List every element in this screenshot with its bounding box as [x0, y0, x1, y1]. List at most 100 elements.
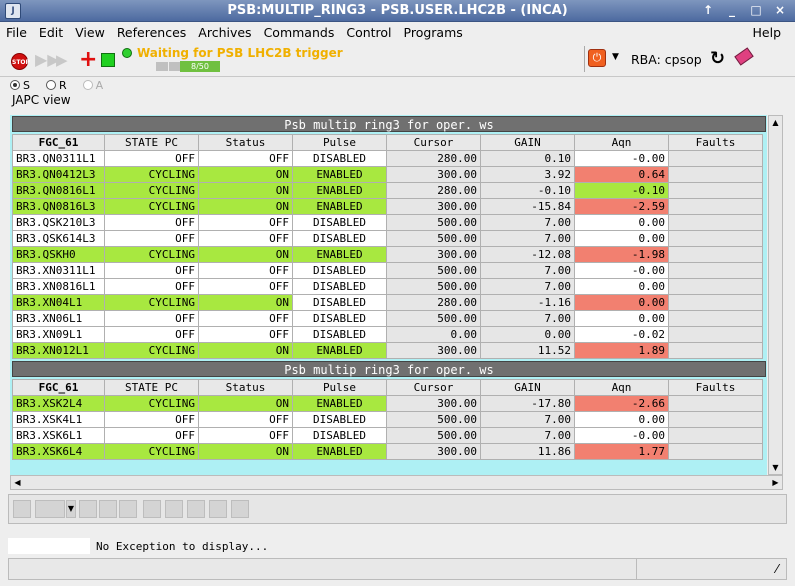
- table-cell[interactable]: 7.00: [480, 262, 575, 279]
- tool-icon-curve[interactable]: [35, 500, 65, 518]
- table-cell[interactable]: DISABLED: [292, 150, 387, 167]
- table-cell[interactable]: 0.00: [574, 310, 669, 327]
- table-cell[interactable]: [668, 182, 763, 199]
- table-cell[interactable]: ENABLED: [292, 198, 387, 215]
- table-cell[interactable]: OFF: [104, 310, 199, 327]
- scroll-up-icon[interactable]: ▲: [769, 116, 782, 129]
- column-header-aqn[interactable]: Aqn: [574, 379, 669, 396]
- table-cell[interactable]: ON: [198, 395, 293, 412]
- table-cell[interactable]: OFF: [198, 411, 293, 428]
- column-header-faults[interactable]: Faults: [668, 379, 763, 396]
- tool-icon-5[interactable]: [119, 500, 137, 518]
- column-header-state-pc[interactable]: STATE PC: [104, 379, 199, 396]
- table-cell[interactable]: CYCLING: [104, 443, 199, 460]
- table-cell[interactable]: CYCLING: [104, 294, 199, 311]
- table-cell[interactable]: 280.00: [386, 150, 481, 167]
- table-cell[interactable]: BR3.XSK2L4: [12, 395, 105, 412]
- scroll-left-icon[interactable]: ◀: [11, 476, 24, 489]
- table-row[interactable]: BR3.XSK6L1 OFF OFF DISABLED 500.00 7.00 -0.00: [12, 427, 763, 444]
- table-cell[interactable]: BR3.XSK4L1: [12, 411, 105, 428]
- add-icon[interactable]: +: [79, 49, 97, 71]
- table-cell[interactable]: 7.00: [480, 427, 575, 444]
- table-cell[interactable]: -17.80: [480, 395, 575, 412]
- table-cell[interactable]: 0.00: [386, 326, 481, 343]
- table-cell[interactable]: 500.00: [386, 427, 481, 444]
- tool-icon-6[interactable]: [143, 500, 161, 518]
- table-row[interactable]: BR3.QSKH0 CYCLING ON ENABLED 300.00 -12.08 -1.…: [12, 246, 763, 263]
- menu-archives[interactable]: Archives: [192, 25, 257, 40]
- table-cell[interactable]: -2.66: [574, 395, 669, 412]
- table-cell[interactable]: [668, 294, 763, 311]
- table-cell[interactable]: [668, 310, 763, 327]
- table-cell[interactable]: DISABLED: [292, 411, 387, 428]
- table-cell[interactable]: ENABLED: [292, 443, 387, 460]
- window-minimize-button[interactable]: _: [721, 2, 743, 19]
- table-cell[interactable]: 500.00: [386, 262, 481, 279]
- table-cell[interactable]: OFF: [198, 326, 293, 343]
- table-cell[interactable]: BR3.XN04L1: [12, 294, 105, 311]
- table-cell[interactable]: [668, 326, 763, 343]
- table-row[interactable]: BR3.QN0816L3 CYCLING ON ENABLED 300.00 -15.84…: [12, 198, 763, 215]
- table-row[interactable]: BR3.XN06L1 OFF OFF DISABLED 500.00 7.00 0.00: [12, 310, 763, 327]
- table-cell[interactable]: 0.00: [574, 214, 669, 231]
- table-row[interactable]: BR3.QSK210L3 OFF OFF DISABLED 500.00 7.00 0.00: [12, 214, 763, 231]
- table-row[interactable]: BR3.XSK4L1 OFF OFF DISABLED 500.00 7.00 0.00: [12, 411, 763, 428]
- table-cell[interactable]: 300.00: [386, 443, 481, 460]
- refresh-icon[interactable]: ↻: [710, 48, 725, 69]
- table-row[interactable]: BR3.QN0412L3 CYCLING ON ENABLED 300.00 3.92 0.…: [12, 166, 763, 183]
- table-cell[interactable]: OFF: [198, 310, 293, 327]
- table-cell[interactable]: OFF: [104, 278, 199, 295]
- table-cell[interactable]: BR3.XSK6L4: [12, 443, 105, 460]
- table-cell[interactable]: 0.10: [480, 150, 575, 167]
- tool-icon-8[interactable]: [187, 500, 205, 518]
- table-cell[interactable]: 500.00: [386, 278, 481, 295]
- menu-commands[interactable]: Commands: [258, 25, 341, 40]
- table-cell[interactable]: ON: [198, 294, 293, 311]
- table-cell[interactable]: ON: [198, 443, 293, 460]
- table-row[interactable]: BR3.XN0816L1 OFF OFF DISABLED 500.00 7.00 0.00: [12, 278, 763, 295]
- table-cell[interactable]: 500.00: [386, 230, 481, 247]
- table-cell[interactable]: DISABLED: [292, 427, 387, 444]
- table-cell[interactable]: -2.59: [574, 198, 669, 215]
- table-cell[interactable]: [668, 411, 763, 428]
- table-cell[interactable]: [668, 395, 763, 412]
- fast-forward-icon[interactable]: ▶▶: [35, 51, 60, 69]
- play-icon[interactable]: ▶: [56, 51, 74, 69]
- table-cell[interactable]: OFF: [198, 278, 293, 295]
- table-cell[interactable]: BR3.QN0412L3: [12, 166, 105, 183]
- column-header-fgc-61[interactable]: FGC_61: [12, 379, 105, 396]
- window-close-button[interactable]: ×: [769, 2, 791, 19]
- column-header-fgc-61[interactable]: FGC_61: [12, 134, 105, 151]
- table-cell[interactable]: [668, 278, 763, 295]
- table-cell[interactable]: BR3.XN06L1: [12, 310, 105, 327]
- table-cell[interactable]: -0.10: [480, 182, 575, 199]
- option-r[interactable]: R: [45, 79, 67, 92]
- table-cell[interactable]: DISABLED: [292, 294, 387, 311]
- column-header-faults[interactable]: Faults: [668, 134, 763, 151]
- table-cell[interactable]: ON: [198, 342, 293, 359]
- table-cell[interactable]: 300.00: [386, 342, 481, 359]
- table-cell[interactable]: 11.52: [480, 342, 575, 359]
- table-cell[interactable]: OFF: [104, 150, 199, 167]
- table-cell[interactable]: OFF: [104, 411, 199, 428]
- menu-control[interactable]: Control: [340, 25, 397, 40]
- table-cell[interactable]: -1.16: [480, 294, 575, 311]
- table-cell[interactable]: ENABLED: [292, 395, 387, 412]
- tool-icon-10[interactable]: [231, 500, 249, 518]
- table-cell[interactable]: ON: [198, 182, 293, 199]
- table-cell[interactable]: [668, 443, 763, 460]
- tool-icon-7[interactable]: [165, 500, 183, 518]
- table-cell[interactable]: 0.00: [574, 294, 669, 311]
- table-cell[interactable]: ON: [198, 198, 293, 215]
- menu-edit[interactable]: Edit: [33, 25, 69, 40]
- table-cell[interactable]: BR3.QN0311L1: [12, 150, 105, 167]
- table-cell[interactable]: CYCLING: [104, 395, 199, 412]
- table-cell[interactable]: -0.00: [574, 150, 669, 167]
- menu-view[interactable]: View: [69, 25, 111, 40]
- table-cell[interactable]: [668, 166, 763, 183]
- table-row[interactable]: BR3.XN09L1 OFF OFF DISABLED 0.00 0.00 -0.02: [12, 326, 763, 343]
- table-cell[interactable]: 1.89: [574, 342, 669, 359]
- column-header-gain[interactable]: GAIN: [480, 134, 575, 151]
- table-cell[interactable]: OFF: [198, 214, 293, 231]
- menu-file[interactable]: File: [0, 25, 33, 40]
